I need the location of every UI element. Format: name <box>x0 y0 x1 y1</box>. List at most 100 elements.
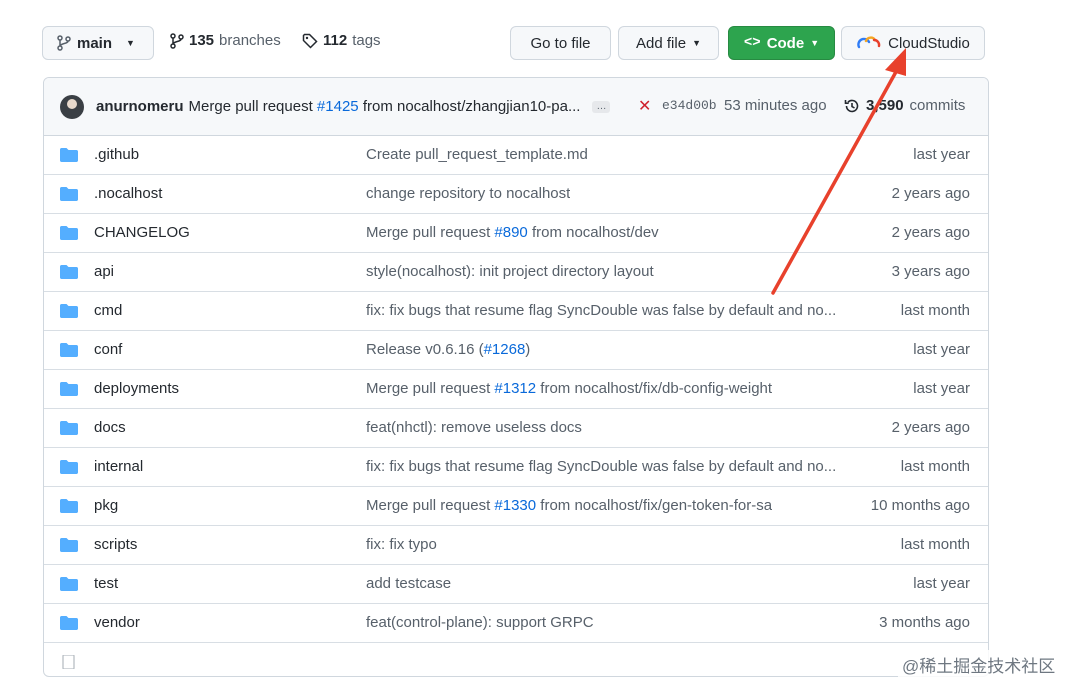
file-time: 2 years ago <box>891 419 970 436</box>
folder-icon <box>60 499 78 513</box>
file-commit-message[interactable]: fix: fix bugs that resume flag SyncDoubl… <box>366 458 836 475</box>
file-list: .github Create pull_request_template.md la… <box>44 136 988 643</box>
file-time: 2 years ago <box>891 224 970 241</box>
file-commit-message[interactable]: Merge pull request #1330 from nocalhost/… <box>366 497 772 514</box>
branch-label: main <box>77 34 113 52</box>
file-commit-message[interactable]: Create pull_request_template.md <box>366 146 588 163</box>
file-commit-suffix: from nocalhost/fix/gen-token-for-sa <box>536 497 773 514</box>
chevron-down-icon: ▼ <box>692 38 701 48</box>
file-commit-message[interactable]: Merge pull request #890 from nocalhost/d… <box>366 224 659 241</box>
folder-icon <box>60 382 78 396</box>
file-commit-text: fix: fix bugs that resume flag SyncDoubl… <box>366 458 837 475</box>
file-commit-suffix: ) <box>525 341 531 358</box>
file-name[interactable]: vendor <box>94 614 140 631</box>
file-time: 3 months ago <box>879 614 970 631</box>
cloudstudio-logo-icon <box>857 36 881 49</box>
file-commit-message[interactable]: fix: fix bugs that resume flag SyncDoubl… <box>366 302 836 319</box>
commit-sha[interactable]: e34d00b <box>662 98 717 113</box>
table-row[interactable]: api style(nocalhost): init project direct… <box>44 253 988 292</box>
tags-label: tags <box>352 32 381 49</box>
file-name[interactable]: test <box>94 575 118 592</box>
commits-label: commits <box>909 97 966 114</box>
file-commit-message[interactable]: feat(nhctl): remove useless docs <box>366 419 582 436</box>
file-commit-message[interactable]: Merge pull request #1312 from nocalhost/… <box>366 380 772 397</box>
commit-message-suffix: from nocalhost/zhangjian10-pa... <box>362 98 581 115</box>
commit-message-prefix: Merge pull request <box>188 98 313 115</box>
file-commit-text: feat(nhctl): remove useless docs <box>366 419 582 436</box>
table-row[interactable]: .github Create pull_request_template.md la… <box>44 136 988 175</box>
file-commit-pr-link[interactable]: #1330 <box>494 497 536 514</box>
git-branch-icon <box>170 32 184 49</box>
table-row[interactable]: CHANGELOG Merge pull request #890 from no… <box>44 214 988 253</box>
commits-history-link[interactable]: 3,590 commits <box>844 97 965 114</box>
file-name[interactable]: CHANGELOG <box>94 224 190 241</box>
expand-commit-message-button[interactable]: … <box>592 100 611 113</box>
file-time: last year <box>913 575 970 592</box>
add-file-button[interactable]: Add file ▼ <box>618 26 719 60</box>
file-commit-message[interactable]: Release v0.6.16 (#1268) <box>366 341 530 358</box>
file-commit-message[interactable]: fix: fix typo <box>366 536 437 553</box>
commit-pr-link[interactable]: #1425 <box>317 98 359 115</box>
file-browser: anurnomeru Merge pull request #1425 from… <box>43 77 989 677</box>
file-name[interactable]: internal <box>94 458 143 475</box>
commit-author[interactable]: anurnomeru <box>96 98 184 115</box>
latest-commit-bar: anurnomeru Merge pull request #1425 from… <box>44 78 988 136</box>
file-icon <box>62 655 75 669</box>
file-commit-text: fix: fix bugs that resume flag SyncDoubl… <box>366 302 837 319</box>
branches-label: branches <box>219 32 281 49</box>
file-name[interactable]: docs <box>94 419 126 436</box>
git-branch-icon <box>57 35 71 51</box>
branches-link[interactable]: 135 branches <box>170 32 281 49</box>
avatar[interactable] <box>60 94 84 119</box>
commit-message[interactable]: Merge pull request #1425 from nocalhost/… <box>189 98 581 115</box>
file-name[interactable]: cmd <box>94 302 122 319</box>
file-commit-pr-link[interactable]: #890 <box>494 224 527 241</box>
file-commit-text: feat(control-plane): support GRPC <box>366 614 594 631</box>
file-time: last year <box>913 146 970 163</box>
status-fail-icon[interactable]: ✕ <box>638 96 651 116</box>
file-time: last month <box>900 458 970 475</box>
folder-icon <box>60 577 78 591</box>
table-row[interactable]: test add testcase last year <box>44 565 988 604</box>
folder-icon <box>60 538 78 552</box>
file-commit-message[interactable]: style(nocalhost): init project directory… <box>366 263 654 280</box>
watermark: @稀土掘金技术社区 <box>898 650 1060 679</box>
table-row[interactable]: internal fix: fix bugs that resume flag S… <box>44 448 988 487</box>
commits-count: 3,590 <box>866 97 904 114</box>
file-name[interactable]: api <box>94 263 114 280</box>
table-row[interactable]: .nocalhost change repository to nocalhost… <box>44 175 988 214</box>
file-commit-pr-link[interactable]: #1312 <box>494 380 536 397</box>
code-label: Code <box>766 34 805 52</box>
table-row[interactable]: conf Release v0.6.16 (#1268) last year <box>44 331 988 370</box>
file-name[interactable]: scripts <box>94 536 137 553</box>
folder-icon <box>60 187 78 201</box>
go-to-file-button[interactable]: Go to file <box>510 26 611 60</box>
tags-link[interactable]: 112 tags <box>302 32 381 49</box>
file-commit-text: Create pull_request_template.md <box>366 146 588 163</box>
file-commit-text: style(nocalhost): init project directory… <box>366 263 654 280</box>
table-row[interactable]: scripts fix: fix typo last month <box>44 526 988 565</box>
file-time: last month <box>900 536 970 553</box>
file-time: last month <box>900 302 970 319</box>
tag-icon <box>302 33 318 49</box>
table-row[interactable]: vendor feat(control-plane): support GRPC 3… <box>44 604 988 643</box>
file-commit-text: Merge pull request <box>366 380 495 397</box>
file-commit-message[interactable]: change repository to nocalhost <box>366 185 570 202</box>
branch-select-button[interactable]: main ▼ <box>42 26 154 60</box>
file-commit-suffix: from nocalhost/dev <box>527 224 659 241</box>
file-name[interactable]: .github <box>94 146 139 163</box>
file-name[interactable]: .nocalhost <box>94 185 162 202</box>
table-row[interactable]: deployments Merge pull request #1312 from… <box>44 370 988 409</box>
table-row[interactable]: cmd fix: fix bugs that resume flag SyncDo… <box>44 292 988 331</box>
file-commit-message[interactable]: add testcase <box>366 575 451 592</box>
file-name[interactable]: pkg <box>94 497 118 514</box>
code-button[interactable]: <> Code ▼ <box>728 26 835 60</box>
file-name[interactable]: deployments <box>94 380 179 397</box>
table-row[interactable]: docs feat(nhctl): remove useless docs 2 ye… <box>44 409 988 448</box>
cloudstudio-button[interactable]: CloudStudio <box>841 26 985 60</box>
file-commit-pr-link[interactable]: #1268 <box>484 341 526 358</box>
file-commit-text: Merge pull request <box>366 497 495 514</box>
table-row[interactable]: pkg Merge pull request #1330 from nocalho… <box>44 487 988 526</box>
file-name[interactable]: conf <box>94 341 122 358</box>
file-commit-message[interactable]: feat(control-plane): support GRPC <box>366 614 594 631</box>
